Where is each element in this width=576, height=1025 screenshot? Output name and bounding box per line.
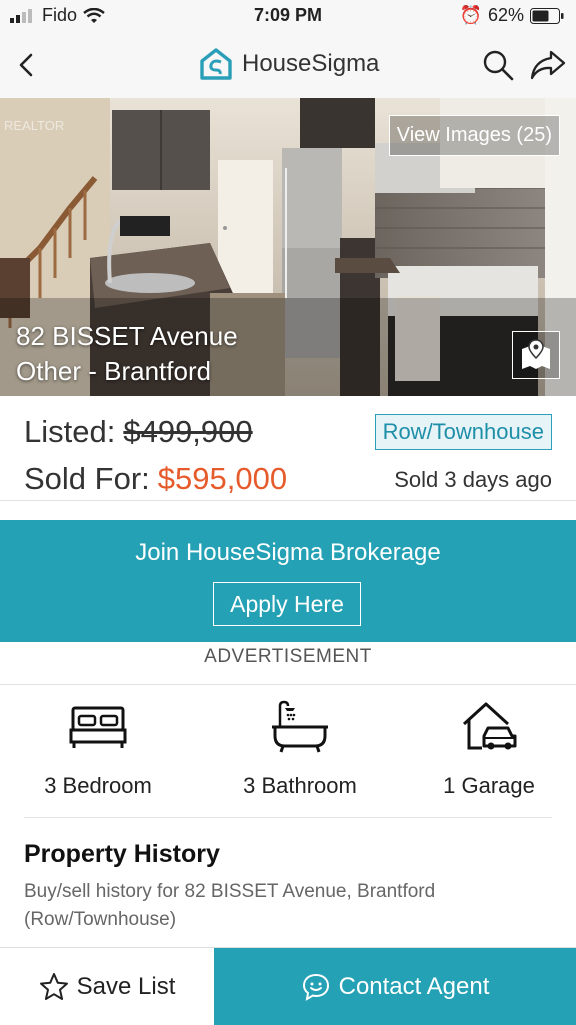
address-line2: Other - Brantford (16, 356, 212, 386)
sold-price-row: Sold For: $595,000 (24, 461, 287, 497)
brokerage-banner[interactable]: Join HouseSigma Brokerage Apply Here (0, 520, 576, 642)
sold-ago: Sold 3 days ago (394, 467, 552, 492)
sold-label: Sold For: (24, 461, 150, 496)
property-type-badge: Row/Townhouse (374, 414, 552, 450)
listing-photo[interactable]: REALTOR View Images (25) 82 BISSET Avenu… (0, 98, 576, 396)
alarm-icon: ⏰ (459, 5, 482, 25)
listed-price: $499,900 (123, 414, 253, 449)
bedroom-count: 3 Bedroom (44, 773, 152, 798)
chat-icon (302, 973, 329, 1001)
save-list-label: Save List (76, 972, 176, 1000)
property-history-title: Property History (24, 840, 220, 868)
listed-label: Listed: (24, 414, 116, 449)
divider (0, 684, 576, 685)
save-list-button[interactable]: Save List (0, 948, 214, 1025)
star-icon (39, 972, 68, 1000)
map-pin-icon (522, 339, 550, 369)
app-name: HouseSigma (242, 50, 380, 77)
housesigma-logo-icon (200, 48, 232, 80)
bathtub-icon (272, 700, 328, 753)
listed-price-row: Listed: $499,900 (24, 414, 253, 450)
status-right: ⏰ 62% (460, 5, 564, 26)
bottom-action-bar: Save List Contact Agent (0, 947, 576, 1025)
advertisement-label: ADVERTISEMENT (204, 646, 372, 667)
divider (24, 817, 552, 818)
status-bar: Fido 7:09 PM ⏰ 62% (0, 0, 576, 32)
property-history-description: Buy/sell history for 82 BISSET Avenue, B… (24, 881, 436, 930)
banner-title: Join HouseSigma Brokerage (135, 539, 441, 566)
contact-agent-label: Contact Agent (338, 972, 490, 1000)
view-images-button[interactable]: View Images (25) (388, 115, 560, 156)
search-icon[interactable] (482, 49, 514, 81)
apply-here-button[interactable]: Apply Here (213, 582, 361, 626)
divider (0, 500, 576, 501)
garage-icon (462, 702, 517, 750)
realtor-watermark: REALTOR (4, 118, 64, 133)
brand: HouseSigma (198, 46, 379, 82)
map-button[interactable] (512, 331, 560, 379)
garage-count: 1 Garage (443, 773, 535, 798)
address-line1: 82 BISSET Avenue (16, 321, 238, 351)
bathroom-count: 3 Bathroom (243, 773, 357, 798)
contact-agent-button[interactable]: Contact Agent (214, 948, 576, 1025)
share-icon[interactable] (530, 49, 566, 81)
app-header: HouseSigma (0, 32, 576, 98)
bed-icon (69, 706, 127, 748)
chevron-left-icon[interactable] (16, 52, 38, 78)
sold-price: $595,000 (157, 461, 288, 496)
battery-icon (530, 7, 564, 24)
battery-percent: 62% (487, 5, 524, 25)
